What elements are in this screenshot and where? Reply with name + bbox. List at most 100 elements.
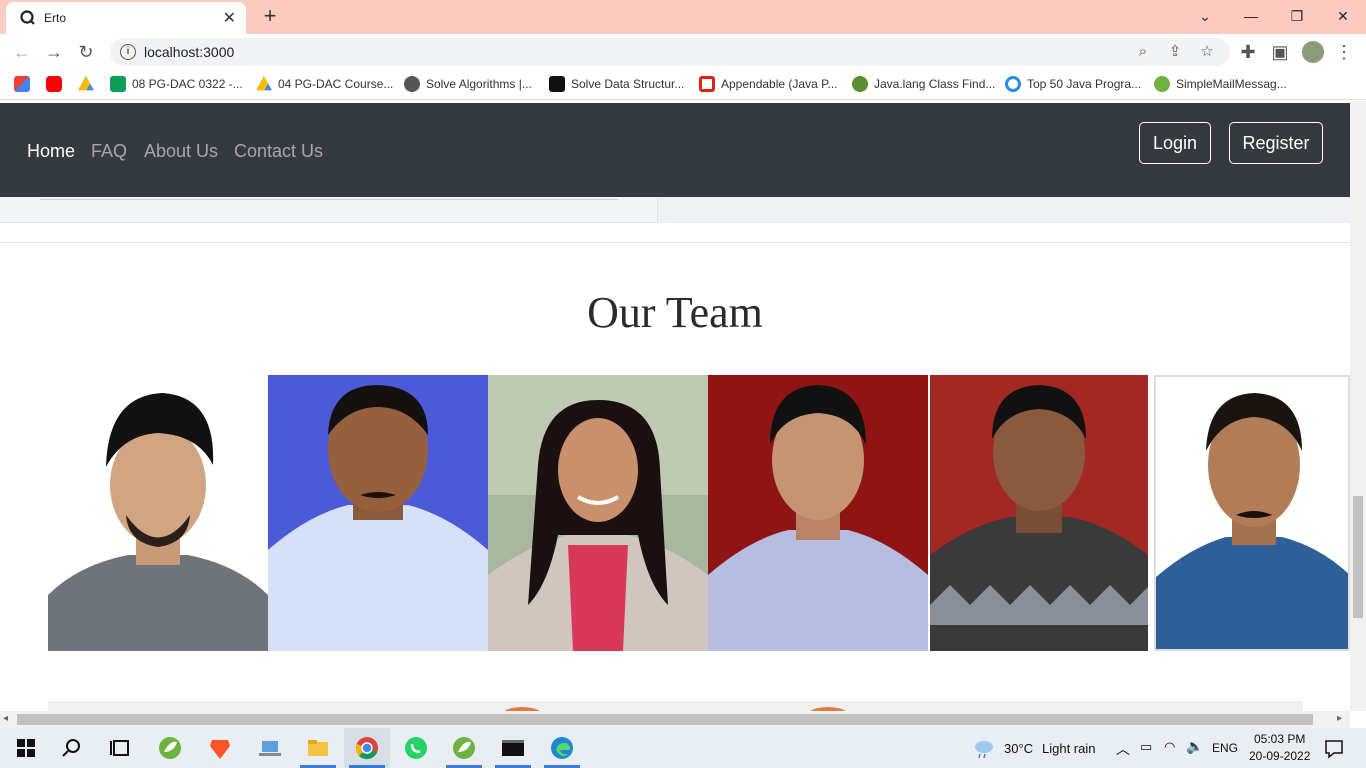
weather-description[interactable]: Light rain: [1042, 741, 1095, 756]
back-icon[interactable]: ←: [12, 42, 32, 62]
java-icon: [852, 76, 868, 92]
browser-tab-bar: Erto ✕ + ⌄ — ❐ ✕: [0, 0, 1366, 34]
bookmark-label: Solve Algorithms |...: [426, 77, 532, 91]
previous-section-card: [0, 197, 658, 223]
section-divider: [0, 242, 1350, 243]
reload-icon[interactable]: ↻: [76, 42, 96, 62]
task-view-icon[interactable]: [106, 734, 134, 762]
clock-date[interactable]: 20-09-2022: [1249, 749, 1310, 763]
oracle-icon: [699, 76, 715, 92]
bookmarks-bar: 08 PG-DAC 0322 -... 04 PG-DAC Course... …: [0, 70, 1366, 100]
team-photo-5: [930, 375, 1148, 651]
team-photo-2: [268, 375, 488, 651]
tab-close-icon[interactable]: ✕: [223, 8, 236, 28]
google-drive-icon: [78, 76, 94, 91]
minimize-icon[interactable]: —: [1228, 4, 1274, 28]
battery-icon[interactable]: ▭: [1140, 739, 1152, 755]
bookmark-label: 04 PG-DAC Course...: [278, 77, 394, 91]
windows-taskbar: 30°C Light rain ︿ ▭ ◠ 🔈 ENG 05:03 PM 20-…: [0, 728, 1366, 768]
spring-icon: [1154, 76, 1170, 92]
site-info-icon[interactable]: i: [120, 44, 136, 60]
bookmark-label: 08 PG-DAC 0322 -...: [132, 77, 243, 91]
wifi-icon[interactable]: ◠: [1164, 739, 1175, 755]
file-explorer-icon[interactable]: [304, 734, 332, 762]
bookmark-item[interactable]: Solve Data Structur...: [549, 76, 684, 94]
globe-icon: [404, 76, 420, 92]
login-button[interactable]: Login: [1139, 122, 1211, 164]
new-tab-icon[interactable]: +: [258, 3, 282, 29]
close-window-icon[interactable]: ✕: [1320, 4, 1366, 28]
scroll-right-icon[interactable]: ▸: [1337, 713, 1342, 724]
address-bar[interactable]: i localhost:3000 ⌕ ⇪ ☆: [110, 38, 1230, 66]
chevron-up-icon[interactable]: ︿: [1116, 739, 1130, 759]
bookmark-youtube[interactable]: [46, 76, 68, 94]
browser-tab[interactable]: Erto ✕: [6, 2, 246, 34]
spring-tool-icon[interactable]: [450, 734, 478, 762]
bookmark-gmail[interactable]: [14, 76, 36, 94]
sheets-icon: [110, 76, 126, 92]
nav-link-contact-us[interactable]: Contact Us: [234, 141, 323, 162]
bookmark-item[interactable]: Appendable (Java P...: [699, 76, 838, 94]
team-photo-1: [48, 375, 268, 651]
zoom-icon[interactable]: ⌕: [1134, 43, 1152, 61]
hackerrank-icon: [549, 76, 565, 92]
register-button[interactable]: Register: [1229, 122, 1323, 164]
nav-link-home[interactable]: Home: [27, 141, 75, 162]
bookmark-item[interactable]: SimpleMailMessag...: [1154, 76, 1287, 94]
weather-temp[interactable]: 30°C: [1004, 741, 1033, 756]
bookmark-item[interactable]: Solve Algorithms |...: [404, 76, 532, 94]
tab-title: Erto: [44, 11, 67, 25]
forward-icon[interactable]: →: [44, 42, 64, 62]
nav-link-about-us[interactable]: About Us: [144, 141, 218, 162]
restore-icon[interactable]: ❐: [1274, 4, 1320, 28]
bookmark-label: Top 50 Java Progra...: [1027, 77, 1142, 91]
share-icon[interactable]: ⇪: [1166, 43, 1184, 61]
page-viewport: Home FAQ About Us Contact Us Login Regis…: [0, 101, 1350, 711]
horizontal-scrollbar[interactable]: ◂ ▸: [0, 711, 1350, 728]
team-photo-3: [488, 375, 708, 651]
team-section-title: Our Team: [587, 288, 763, 337]
gmail-icon: [14, 76, 30, 92]
team-photos-row: [48, 375, 1350, 651]
vertical-scroll-thumb[interactable]: [1353, 496, 1363, 618]
spring-tool-icon[interactable]: [156, 734, 184, 762]
volume-icon[interactable]: 🔈: [1186, 738, 1203, 755]
team-photo-4: [708, 375, 928, 651]
weather-rain-icon[interactable]: [970, 734, 998, 762]
language-indicator[interactable]: ENG: [1212, 741, 1238, 755]
profile-avatar[interactable]: [1302, 41, 1324, 63]
tab-favicon-icon: [20, 10, 35, 25]
vertical-scrollbar[interactable]: [1350, 101, 1366, 711]
site-navbar: Home FAQ About Us Contact Us Login Regis…: [0, 103, 1350, 197]
extensions-icon[interactable]: ✚: [1238, 42, 1258, 62]
horizontal-scroll-thumb[interactable]: [17, 714, 1313, 725]
notification-icon[interactable]: [1320, 734, 1348, 762]
menu-icon[interactable]: ⋮: [1334, 42, 1354, 62]
youtube-icon: [46, 76, 62, 92]
previous-section-strip: [0, 197, 1350, 223]
bookmark-item[interactable]: 04 PG-DAC Course...: [256, 76, 393, 94]
scroll-left-icon[interactable]: ◂: [3, 713, 8, 724]
tab-search-icon[interactable]: ⌄: [1182, 4, 1228, 28]
edge-icon[interactable]: [548, 734, 576, 762]
previous-section-input-edge: [40, 197, 618, 200]
chrome-icon[interactable]: [353, 734, 381, 762]
search-icon[interactable]: [58, 734, 86, 762]
laptop-app-icon[interactable]: [256, 734, 284, 762]
terminal-icon[interactable]: [499, 734, 527, 762]
clock-time[interactable]: 05:03 PM: [1254, 732, 1305, 746]
address-url[interactable]: localhost:3000: [144, 44, 234, 60]
next-section-card: [48, 701, 1303, 711]
bookmark-item[interactable]: 08 PG-DAC 0322 -...: [110, 76, 243, 94]
side-panel-icon[interactable]: ▣: [1270, 42, 1290, 62]
team-photo-6: [1154, 375, 1350, 651]
bookmark-drive[interactable]: [78, 76, 100, 94]
brave-icon[interactable]: [206, 734, 234, 762]
bookmark-item[interactable]: Top 50 Java Progra...: [1005, 76, 1141, 94]
bookmark-item[interactable]: Java.lang Class Find...: [852, 76, 995, 94]
bookmark-star-icon[interactable]: ☆: [1198, 43, 1216, 61]
edureka-icon: [1005, 76, 1021, 92]
whatsapp-icon[interactable]: [402, 734, 430, 762]
start-icon[interactable]: [12, 734, 40, 762]
nav-link-faq[interactable]: FAQ: [91, 141, 127, 162]
